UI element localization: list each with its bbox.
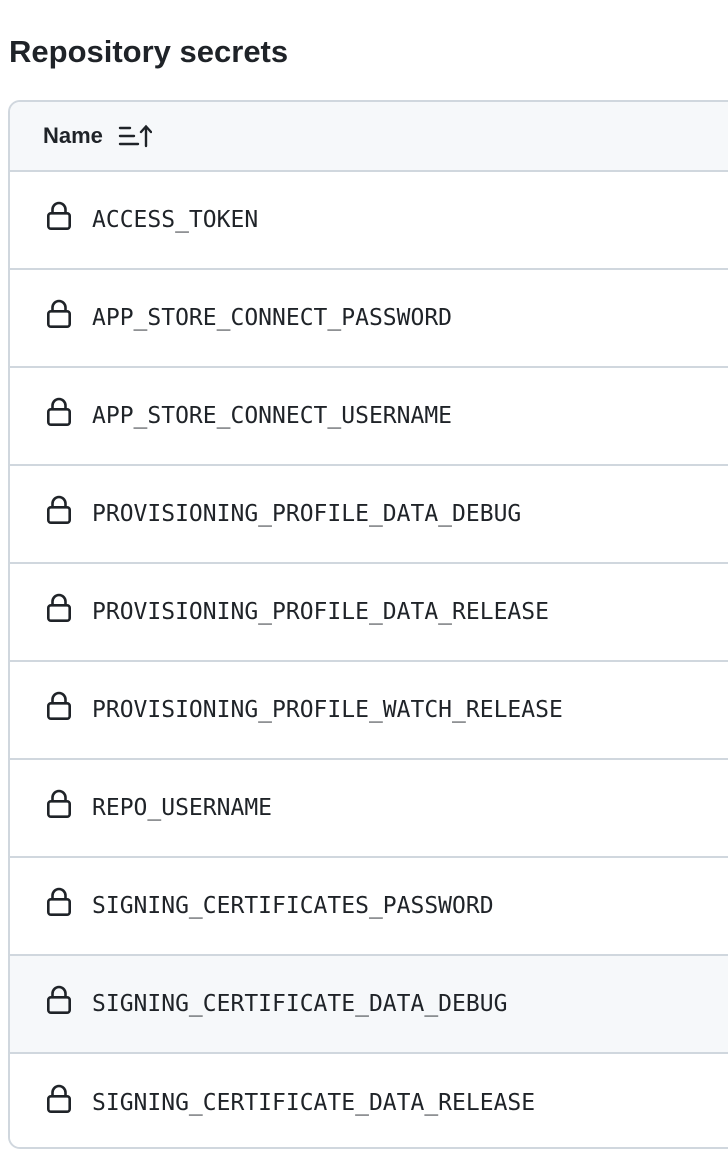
lock-icon: [46, 985, 72, 1015]
lock-icon: [46, 887, 72, 917]
lock-icon: [46, 299, 72, 329]
secret-name: ACCESS_TOKEN: [92, 207, 259, 233]
lock-icon: [46, 201, 72, 231]
lock-icon: [46, 1084, 72, 1114]
secret-name: SIGNING_CERTIFICATE_DATA_RELEASE: [92, 1090, 536, 1116]
table-row[interactable]: SIGNING_CERTIFICATES_PASSWORD: [10, 858, 728, 956]
table-row[interactable]: SIGNING_CERTIFICATE_DATA_RELEASE: [10, 1054, 728, 1147]
secret-name: APP_STORE_CONNECT_USERNAME: [92, 403, 453, 429]
table-row[interactable]: PROVISIONING_PROFILE_WATCH_RELEASE: [10, 662, 728, 760]
lock-icon: [46, 691, 72, 721]
sort-ascending-icon[interactable]: [118, 122, 152, 150]
secret-name: REPO_USERNAME: [92, 795, 273, 821]
secret-name: PROVISIONING_PROFILE_WATCH_RELEASE: [92, 697, 563, 723]
table-row[interactable]: PROVISIONING_PROFILE_DATA_RELEASE: [10, 564, 728, 662]
lock-icon: [46, 789, 72, 819]
table-row[interactable]: APP_STORE_CONNECT_USERNAME: [10, 368, 728, 466]
secret-name: PROVISIONING_PROFILE_DATA_RELEASE: [92, 599, 549, 625]
lock-icon: [46, 593, 72, 623]
lock-icon: [46, 495, 72, 525]
lock-icon: [46, 397, 72, 427]
name-column-label: Name: [43, 123, 103, 148]
table-row[interactable]: SIGNING_CERTIFICATE_DATA_DEBUG: [10, 956, 728, 1054]
table-row[interactable]: ACCESS_TOKEN: [10, 172, 728, 270]
name-column-header[interactable]: Name: [10, 102, 728, 172]
secret-name: SIGNING_CERTIFICATE_DATA_DEBUG: [92, 991, 508, 1017]
secret-name: SIGNING_CERTIFICATES_PASSWORD: [92, 893, 494, 919]
table-row[interactable]: APP_STORE_CONNECT_PASSWORD: [10, 270, 728, 368]
table-row[interactable]: PROVISIONING_PROFILE_DATA_DEBUG: [10, 466, 728, 564]
secret-name: PROVISIONING_PROFILE_DATA_DEBUG: [92, 501, 522, 527]
secrets-table: Name ACCESS_TOKEN APP_STORE_CONNECT_PASS…: [8, 100, 728, 1149]
section-title: Repository secrets: [9, 34, 289, 69]
secret-name: APP_STORE_CONNECT_PASSWORD: [92, 305, 453, 331]
table-row[interactable]: REPO_USERNAME: [10, 760, 728, 858]
